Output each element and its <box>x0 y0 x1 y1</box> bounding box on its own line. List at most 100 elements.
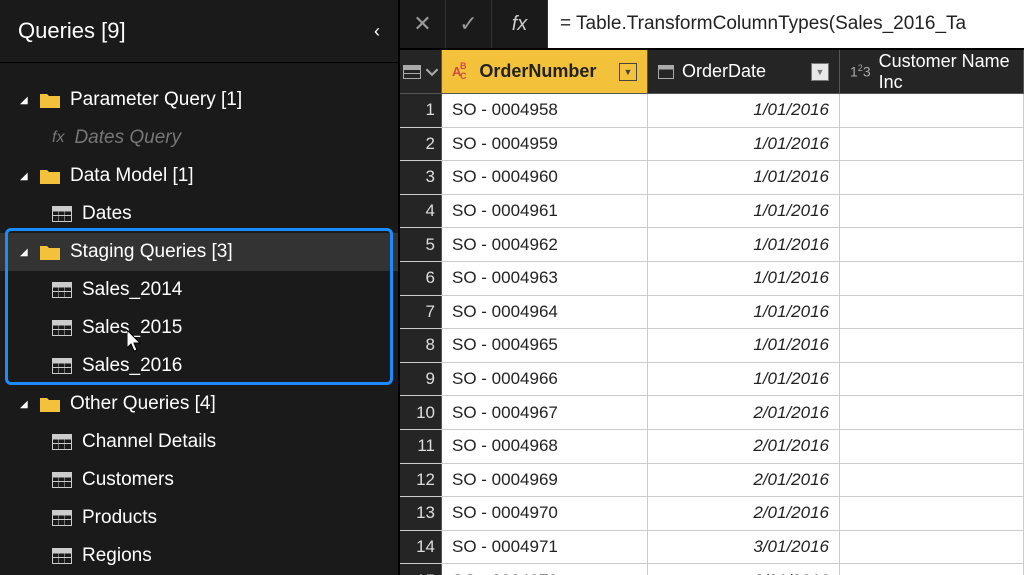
table-row[interactable]: 7SO - 00049641/01/2016 <box>400 296 1024 330</box>
cell-customer[interactable] <box>840 329 1024 362</box>
table-row[interactable]: 8SO - 00049651/01/2016 <box>400 329 1024 363</box>
row-number-header[interactable] <box>400 50 442 93</box>
table-row[interactable]: 9SO - 00049661/01/2016 <box>400 363 1024 397</box>
cell-customer[interactable] <box>840 531 1024 564</box>
table-row[interactable]: 14SO - 00049713/01/2016 <box>400 531 1024 565</box>
table-row[interactable]: 2SO - 00049591/01/2016 <box>400 128 1024 162</box>
queries-tree: ◢ Parameter Query [1] fx Dates Query ◢ D… <box>0 63 398 575</box>
cell-ordernumber[interactable]: SO - 0004965 <box>442 329 648 362</box>
cell-customer[interactable] <box>840 396 1024 429</box>
cell-ordernumber[interactable]: SO - 0004970 <box>442 497 648 530</box>
queries-header: Queries [9] ‹ <box>0 0 398 63</box>
table-icon <box>52 434 72 450</box>
tree-label: Products <box>82 507 157 529</box>
tree-item-sales-2014[interactable]: Sales_2014 <box>0 271 398 309</box>
cell-customer[interactable] <box>840 464 1024 497</box>
cell-customer[interactable] <box>840 195 1024 228</box>
table-icon <box>52 472 72 488</box>
cell-orderdate[interactable]: 1/01/2016 <box>648 296 840 329</box>
folder-icon <box>40 244 60 260</box>
cell-customer[interactable] <box>840 430 1024 463</box>
tree-item-sales-2016[interactable]: Sales_2016 <box>0 347 398 385</box>
cell-customer[interactable] <box>840 228 1024 261</box>
table-icon <box>52 206 72 222</box>
cell-ordernumber[interactable]: SO - 0004971 <box>442 531 648 564</box>
cell-ordernumber[interactable]: SO - 0004964 <box>442 296 648 329</box>
tree-group-parameter-query[interactable]: ◢ Parameter Query [1] <box>0 81 398 119</box>
cell-orderdate[interactable]: 3/01/2016 <box>648 564 840 575</box>
tree-item-dates[interactable]: Dates <box>0 195 398 233</box>
cell-orderdate[interactable]: 2/01/2016 <box>648 497 840 530</box>
cell-customer[interactable] <box>840 363 1024 396</box>
cell-orderdate[interactable]: 1/01/2016 <box>648 329 840 362</box>
tree-group-staging-queries[interactable]: ◢ Staging Queries [3] <box>0 233 398 271</box>
cell-orderdate[interactable]: 3/01/2016 <box>648 531 840 564</box>
collapse-panel-button[interactable]: ‹ <box>374 21 380 42</box>
tree-item-regions[interactable]: Regions <box>0 537 398 575</box>
tree-item-channel-details[interactable]: Channel Details <box>0 423 398 461</box>
table-icon <box>52 548 72 564</box>
table-row[interactable]: 5SO - 00049621/01/2016 <box>400 228 1024 262</box>
table-row[interactable]: 13SO - 00049702/01/2016 <box>400 497 1024 531</box>
queries-title: Queries [9] <box>18 18 126 44</box>
row-number: 7 <box>400 296 442 329</box>
cell-ordernumber[interactable]: SO - 0004972 <box>442 564 648 575</box>
cell-orderdate[interactable]: 1/01/2016 <box>648 195 840 228</box>
cell-ordernumber[interactable]: SO - 0004960 <box>442 161 648 194</box>
cell-ordernumber[interactable]: SO - 0004962 <box>442 228 648 261</box>
cell-ordernumber[interactable]: SO - 0004963 <box>442 262 648 295</box>
tree-group-other-queries[interactable]: ◢ Other Queries [4] <box>0 385 398 423</box>
cell-ordernumber[interactable]: SO - 0004969 <box>442 464 648 497</box>
cell-orderdate[interactable]: 1/01/2016 <box>648 94 840 127</box>
tree-item-dates-query[interactable]: fx Dates Query <box>0 119 398 157</box>
cell-orderdate[interactable]: 1/01/2016 <box>648 363 840 396</box>
cell-orderdate[interactable]: 1/01/2016 <box>648 161 840 194</box>
table-row[interactable]: 3SO - 00049601/01/2016 <box>400 161 1024 195</box>
cell-orderdate[interactable]: 2/01/2016 <box>648 430 840 463</box>
cell-ordernumber[interactable]: SO - 0004966 <box>442 363 648 396</box>
filter-dropdown-button[interactable]: ▼ <box>811 63 829 81</box>
cell-orderdate[interactable]: 1/01/2016 <box>648 262 840 295</box>
table-row[interactable]: 12SO - 00049692/01/2016 <box>400 464 1024 498</box>
data-preview-panel: ✕ ✓ fx = Table.TransformColumnTypes(Sale… <box>398 0 1024 575</box>
tree-item-products[interactable]: Products <box>0 499 398 537</box>
cell-customer[interactable] <box>840 564 1024 575</box>
tree-group-data-model[interactable]: ◢ Data Model [1] <box>0 157 398 195</box>
grid-body[interactable]: 1SO - 00049581/01/20162SO - 00049591/01/… <box>400 94 1024 575</box>
cell-orderdate[interactable]: 1/01/2016 <box>648 128 840 161</box>
row-number: 10 <box>400 396 442 429</box>
table-row[interactable]: 11SO - 00049682/01/2016 <box>400 430 1024 464</box>
formula-bar: ✕ ✓ fx = Table.TransformColumnTypes(Sale… <box>400 0 1024 50</box>
filter-dropdown-button[interactable]: ▼ <box>619 63 637 81</box>
cell-customer[interactable] <box>840 161 1024 194</box>
cell-customer[interactable] <box>840 296 1024 329</box>
cell-ordernumber[interactable]: SO - 0004967 <box>442 396 648 429</box>
cell-customer[interactable] <box>840 497 1024 530</box>
column-header-ordernumber[interactable]: ABC OrderNumber ▼ <box>442 50 648 93</box>
table-row[interactable]: 6SO - 00049631/01/2016 <box>400 262 1024 296</box>
cell-ordernumber[interactable]: SO - 0004961 <box>442 195 648 228</box>
fx-icon[interactable]: fx <box>492 0 548 48</box>
tree-item-customers[interactable]: Customers <box>0 461 398 499</box>
cell-orderdate[interactable]: 1/01/2016 <box>648 228 840 261</box>
table-row[interactable]: 10SO - 00049672/01/2016 <box>400 396 1024 430</box>
column-header-orderdate[interactable]: OrderDate ▼ <box>648 50 840 93</box>
table-row[interactable]: 15SO - 00049723/01/2016 <box>400 564 1024 575</box>
table-row[interactable]: 4SO - 00049611/01/2016 <box>400 195 1024 229</box>
column-header-customer[interactable]: 123 Customer Name Inc <box>840 50 1024 93</box>
date-type-icon <box>658 65 674 79</box>
cell-customer[interactable] <box>840 128 1024 161</box>
cell-ordernumber[interactable]: SO - 0004968 <box>442 430 648 463</box>
tree-item-sales-2015[interactable]: Sales_2015 <box>0 309 398 347</box>
table-icon <box>52 320 72 336</box>
cancel-formula-button[interactable]: ✕ <box>400 0 446 48</box>
formula-input[interactable]: = Table.TransformColumnTypes(Sales_2016_… <box>548 0 1024 48</box>
cell-customer[interactable] <box>840 262 1024 295</box>
cell-ordernumber[interactable]: SO - 0004959 <box>442 128 648 161</box>
cell-ordernumber[interactable]: SO - 0004958 <box>442 94 648 127</box>
cell-orderdate[interactable]: 2/01/2016 <box>648 396 840 429</box>
cell-orderdate[interactable]: 2/01/2016 <box>648 464 840 497</box>
commit-formula-button[interactable]: ✓ <box>446 0 492 48</box>
cell-customer[interactable] <box>840 94 1024 127</box>
table-row[interactable]: 1SO - 00049581/01/2016 <box>400 94 1024 128</box>
